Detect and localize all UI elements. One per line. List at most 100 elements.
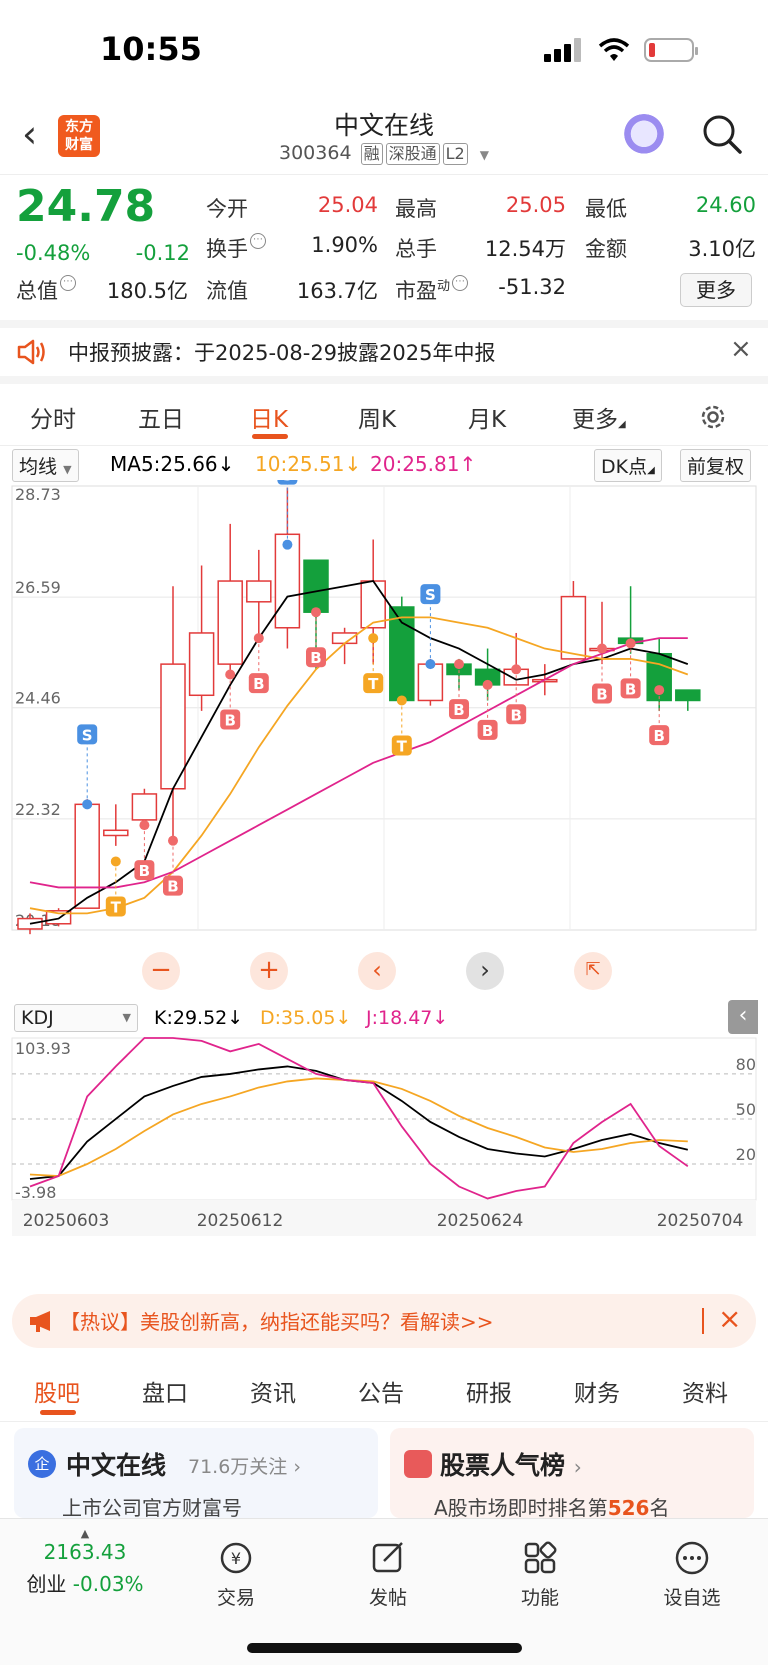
ma10-value: 10:25.51↓ (255, 452, 362, 476)
tab-announcements[interactable]: 公告 (358, 1374, 404, 1408)
float-value: 163.7亿 (296, 279, 378, 303)
marker-label: B (653, 727, 664, 745)
notice-bar[interactable]: 中报预披露：于2025-08-29披露2025年中报 × (0, 320, 768, 384)
hot-topic-text: 【热议】美股创新高，纳指还能买吗？看解读>> (60, 1310, 494, 1334)
functions-button[interactable]: 功能 (490, 1539, 590, 1610)
tab-more[interactable]: 更多◢ (572, 400, 626, 434)
fullscreen-icon[interactable]: ⇱ (574, 952, 612, 990)
search-icon[interactable] (700, 112, 744, 156)
home-indicator (247, 1643, 522, 1653)
y-tick-label: 22.32 (15, 800, 61, 819)
kdj-legend-row: KDJ ▼ K:29.52↓ D:35.05↓ J:18.47↓ ‹ (0, 1000, 768, 1034)
index-name: 创业 (26, 1572, 67, 1596)
quote-panel: 24.78 -0.48% -0.12 今开 25.04 最高 25.05 最低 … (0, 174, 768, 320)
company-card-subtitle: 上市公司官方财富号 (62, 1496, 242, 1520)
tab-pankou[interactable]: 盘口 (142, 1374, 188, 1408)
tab-monthly-k[interactable]: 月K (468, 400, 506, 434)
candle (103, 829, 129, 837)
zoom-in-button[interactable]: + (250, 952, 288, 990)
stock-header: ‹ 东方 财富 中文在线 300364 融深股通 L2 ▼ (0, 100, 768, 172)
tab-daily-k[interactable]: 日K (250, 400, 288, 434)
follow-count: 71.6万关注 › (188, 1456, 301, 1478)
marker-label: B (453, 701, 464, 719)
megaphone-icon (30, 1311, 50, 1332)
marker-label: S (82, 726, 93, 744)
low-value: 24.60 (695, 193, 756, 217)
marker-dot (311, 607, 321, 618)
kdj-d-value: D:35.05↓ (260, 1007, 352, 1029)
ma-type-select[interactable]: 均线 ▼ (12, 449, 79, 482)
change-pct: -0.48% (16, 241, 91, 265)
company-card[interactable]: 企 中文在线 71.6万关注 › 上市公司官方财富号 (14, 1428, 378, 1520)
tab-five-day[interactable]: 五日 (138, 400, 184, 434)
kdj-ref-label: 20 (736, 1145, 756, 1164)
scroll-left-button[interactable]: ‹ (358, 952, 396, 990)
y-tick-label: 28.73 (15, 485, 61, 504)
zoom-out-button[interactable]: − (142, 952, 180, 990)
grid-icon (524, 1541, 557, 1574)
gear-icon[interactable] (698, 402, 728, 432)
collapse-panel-button[interactable]: ‹ (728, 1000, 758, 1034)
volume-label: 总手 (395, 237, 437, 261)
assistant-robot-icon[interactable] (622, 114, 666, 158)
info-icon[interactable]: ⋯ (60, 275, 76, 291)
candle (217, 580, 243, 665)
info-icon[interactable]: ⋯ (452, 275, 469, 291)
tab-news[interactable]: 资讯 (250, 1374, 296, 1408)
trade-button[interactable]: ¥ 交易 (186, 1539, 286, 1610)
marker-label: T (111, 898, 122, 916)
tab-weekly-k[interactable]: 周K (358, 400, 396, 434)
hot-topic-banner[interactable]: 【热议】美股创新高，纳指还能买吗？看解读>> × (12, 1294, 756, 1348)
post-button[interactable]: 发帖 (338, 1539, 438, 1610)
marker-dot (511, 664, 522, 675)
tab-intraday[interactable]: 分时 (30, 400, 76, 434)
candlestick-chart[interactable]: 28.7326.5924.4622.3220.18STBBBBSBTTSBBBB… (0, 480, 768, 1000)
tab-guba[interactable]: 股吧 (34, 1374, 80, 1408)
pe-label: 市盈动 ⋯ (395, 275, 469, 305)
indicator-select[interactable]: KDJ ▼ (14, 1004, 138, 1032)
marker-label: T (397, 737, 408, 755)
ma20-line (29, 637, 688, 889)
dk-point-select[interactable]: DK点◢ (594, 449, 662, 482)
turnover-label: 换手 ⋯ (206, 233, 266, 263)
candle (160, 663, 186, 790)
company-card-title: 中文在线 (66, 1451, 167, 1480)
marker-dot (225, 669, 236, 680)
tab-finance[interactable]: 财务 (574, 1374, 620, 1408)
marker-dot (168, 835, 178, 846)
tab-profile[interactable]: 资料 (682, 1374, 728, 1408)
index-ticker[interactable]: ▲ 2163.43 创业 -0.03% (0, 1527, 170, 1597)
marker-dot (425, 659, 436, 670)
chart-controls: − + ‹ › ⇱ (0, 950, 768, 994)
marker-label: T (368, 675, 379, 693)
adjust-select[interactable]: 前复权 (680, 449, 752, 482)
kdj-chart[interactable]: 80 50 20 103.93 -3.98 20250603 20250612 2025062… (0, 1034, 768, 1274)
scroll-right-button[interactable]: › (466, 952, 504, 990)
signal-icon (544, 38, 581, 62)
company-icon: 企 (28, 1450, 56, 1478)
high-value: 25.05 (505, 193, 566, 217)
info-icon[interactable]: ⋯ (250, 233, 266, 249)
marker-dot (396, 695, 407, 706)
marker-label: B (139, 862, 150, 880)
kdj-y-tick-label: 103.93 (15, 1039, 71, 1058)
trade-icon: ¥ (220, 1542, 252, 1574)
volume-value: 12.54万 (484, 237, 566, 261)
more-quote-button[interactable]: 更多 (680, 273, 752, 307)
turnover-value: 1.90% (311, 233, 378, 257)
candle (675, 689, 701, 702)
marker-label: B (310, 649, 321, 667)
tab-research[interactable]: 研报 (466, 1374, 512, 1408)
close-icon[interactable]: × (730, 334, 752, 364)
marker-dot (482, 679, 493, 690)
margin-tag: 融 (360, 143, 383, 165)
chevron-down-icon[interactable]: ▼ (480, 148, 489, 162)
popularity-card[interactable]: 股票人气榜 › A股市场即时排名第526名 (390, 1428, 754, 1520)
battery-icon (644, 38, 698, 62)
close-icon[interactable]: × (718, 1302, 741, 1335)
more-dots-icon (675, 1541, 709, 1575)
popularity-rank-text: A股市场即时排名第526名 (434, 1496, 670, 1520)
candle (188, 632, 215, 697)
marker-label: S (282, 480, 293, 485)
add-watchlist-button[interactable]: 设自选 (642, 1539, 742, 1610)
